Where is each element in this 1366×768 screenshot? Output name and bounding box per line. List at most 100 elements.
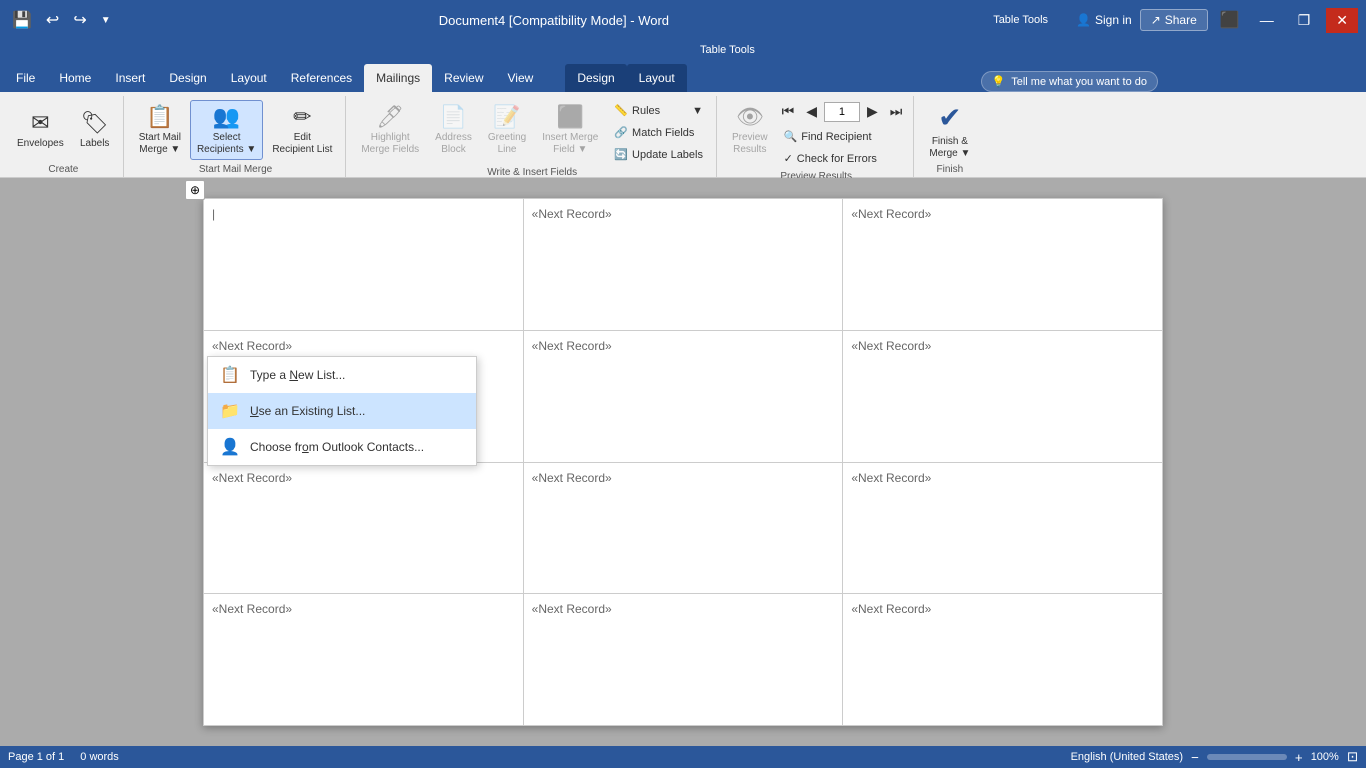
tab-mailings[interactable]: Mailings: [364, 64, 432, 92]
dropdown-item-use-existing[interactable]: 📁 Use an Existing List...: [208, 393, 476, 429]
ribbon-group-preview-results: 👁 PreviewResults ⏮ ◀ ▶ ⏭ 🔍 Find Recipien…: [719, 96, 914, 177]
finish-merge-button[interactable]: ✔ Finish &Merge ▼: [922, 100, 977, 160]
page-indicator: Page 1 of 1: [8, 751, 64, 763]
nav-page-input[interactable]: [824, 102, 860, 122]
customize-qat-button[interactable]: ▼: [97, 13, 115, 28]
zoom-in-button[interactable]: +: [1295, 750, 1303, 765]
tab-design[interactable]: Design: [157, 64, 218, 92]
zoom-slider[interactable]: [1207, 754, 1287, 760]
status-right: English (United States) − + 100% ⊡: [1071, 749, 1358, 765]
label-cell-r3c2[interactable]: «Next Record»: [843, 594, 1163, 726]
table-move-handle[interactable]: ⊕: [185, 180, 205, 200]
recipients-icon: 👥: [213, 104, 240, 130]
title-text: Document4 [Compatibility Mode] - Word: [123, 13, 986, 28]
label-cell-r1c2[interactable]: «Next Record»: [843, 330, 1163, 462]
collapse-ribbon-button[interactable]: ⬛: [1216, 8, 1244, 32]
save-button[interactable]: 💾: [8, 8, 36, 32]
start-mail-merge-button[interactable]: 📋 Start MailMerge ▼: [132, 100, 188, 160]
label-cell-r0c1[interactable]: «Next Record»: [523, 199, 843, 331]
tell-me-input[interactable]: 💡 Tell me what you want to do: [981, 71, 1158, 92]
fit-page-button[interactable]: ⊡: [1347, 749, 1358, 765]
select-recipients-button[interactable]: 👥 SelectRecipients ▼: [190, 100, 263, 160]
zoom-out-button[interactable]: −: [1191, 750, 1199, 765]
dropdown-item-type-new[interactable]: 📋 Type a New List...: [208, 357, 476, 393]
tab-insert[interactable]: Insert: [103, 64, 157, 92]
finish-buttons: ✔ Finish &Merge ▼: [922, 100, 977, 162]
tab-table-layout[interactable]: Layout: [627, 64, 687, 92]
outlook-contacts-icon: 👤: [220, 437, 240, 457]
label-cell-r3c0[interactable]: «Next Record»: [204, 594, 524, 726]
title-bar: 💾 ↩ ↪ ▼ Document4 [Compatibility Mode] -…: [0, 0, 1366, 40]
table-row: «Next Record» «Next Record» «Next Record…: [204, 594, 1163, 726]
find-recipient-button[interactable]: 🔍 Find Recipient: [777, 126, 908, 147]
start-mail-merge-buttons: 📋 Start MailMerge ▼ 👥 SelectRecipients ▼…: [132, 100, 340, 162]
close-button[interactable]: ✕: [1326, 8, 1358, 33]
ribbon-group-start-mail-merge: 📋 Start MailMerge ▼ 👥 SelectRecipients ▼…: [126, 96, 347, 177]
minimize-button[interactable]: —: [1252, 8, 1282, 32]
insert-merge-field-button[interactable]: ⬛ Insert MergeField ▼: [535, 100, 605, 160]
finish-icon: ✔: [938, 101, 961, 134]
nav-and-small: ⏮ ◀ ▶ ⏭ 🔍 Find Recipient ✓ Check for Err…: [777, 100, 908, 169]
label-cell-r2c1[interactable]: «Next Record»: [523, 462, 843, 594]
label-cell-r2c2[interactable]: «Next Record»: [843, 462, 1163, 594]
language-indicator: English (United States): [1071, 751, 1184, 763]
table-tools-tab-label: Table Tools: [700, 44, 755, 56]
dropdown-item-choose-outlook[interactable]: 👤 Choose from Outlook Contacts...: [208, 429, 476, 465]
find-icon: 🔍: [784, 130, 798, 143]
cursor-marker: |: [212, 207, 215, 221]
tab-home[interactable]: Home: [47, 64, 103, 92]
tab-view[interactable]: View: [496, 64, 546, 92]
envelopes-button[interactable]: ✉ Envelopes: [10, 100, 71, 160]
label-cell-r2c0[interactable]: «Next Record»: [204, 462, 524, 594]
greeting-icon: 📝: [493, 104, 520, 130]
label-cell-r3c1[interactable]: «Next Record»: [523, 594, 843, 726]
tab-layout[interactable]: Layout: [219, 64, 279, 92]
table-row: | «Next Record» «Next Record»: [204, 199, 1163, 331]
window-controls: Table Tools 👤 Sign in ↗ Share ⬛ — ❐ ✕: [985, 8, 1366, 33]
check-errors-button[interactable]: ✓ Check for Errors: [777, 148, 908, 169]
undo-button[interactable]: ↩: [42, 8, 63, 32]
ribbon-group-write-insert: 🖊 HighlightMerge Fields 📄 AddressBlock 📝…: [348, 96, 717, 177]
highlight-icon: 🖊: [376, 104, 404, 130]
nav-prev-button[interactable]: ◀: [801, 100, 822, 123]
label-cell-r1c1[interactable]: «Next Record»: [523, 330, 843, 462]
label-cell-r0c2[interactable]: «Next Record»: [843, 199, 1163, 331]
ribbon: ✉ Envelopes 🏷 Labels Create 📋 Start Mail…: [0, 92, 1366, 178]
tab-file[interactable]: File: [4, 64, 47, 92]
create-buttons: ✉ Envelopes 🏷 Labels: [10, 100, 117, 162]
table-tools-context-label: Table Tools: [993, 14, 1048, 26]
nav-next-button[interactable]: ▶: [862, 100, 883, 123]
tab-references[interactable]: References: [279, 64, 364, 92]
restore-button[interactable]: ❐: [1290, 8, 1319, 33]
preview-results-button[interactable]: 👁 PreviewResults: [725, 100, 775, 160]
label-cell-r0c0[interactable]: |: [204, 199, 524, 331]
label-icon: 🏷: [81, 110, 109, 136]
table-row: «Next Record» «Next Record» «Next Record…: [204, 462, 1163, 594]
merge-field-icon: ⬛: [557, 104, 584, 130]
share-button[interactable]: ↗ Share: [1140, 9, 1208, 31]
lightbulb-icon: 💡: [992, 75, 1006, 88]
quick-access-toolbar: 💾 ↩ ↪ ▼: [0, 8, 123, 32]
select-recipients-dropdown: 📋 Type a New List... 📁 Use an Existing L…: [207, 356, 477, 466]
edit-list-icon: ✏: [293, 104, 311, 130]
tab-review[interactable]: Review: [432, 64, 495, 92]
highlight-merge-fields-button[interactable]: 🖊 HighlightMerge Fields: [354, 100, 426, 160]
update-labels-button[interactable]: 🔄 Update Labels: [607, 144, 710, 165]
nav-last-button[interactable]: ⏭: [885, 100, 908, 123]
match-fields-button[interactable]: 🔗 Match Fields: [607, 122, 710, 143]
nav-first-button[interactable]: ⏮: [777, 100, 800, 123]
ribbon-group-finish: ✔ Finish &Merge ▼ Finish: [916, 96, 983, 177]
edit-recipient-list-button[interactable]: ✏ EditRecipient List: [265, 100, 339, 160]
document-title: Document4 [Compatibility Mode] - Word: [439, 13, 669, 28]
rules-icon: 📏: [614, 104, 628, 117]
nav-row: ⏮ ◀ ▶ ⏭: [777, 100, 908, 123]
rules-button[interactable]: 📏 Rules ▼: [607, 100, 710, 121]
tab-table-design[interactable]: Design: [565, 64, 626, 92]
redo-button[interactable]: ↪: [69, 8, 90, 32]
signin-button[interactable]: 👤 Sign in: [1076, 13, 1132, 27]
labels-button[interactable]: 🏷 Labels: [73, 100, 117, 160]
greeting-line-button[interactable]: 📝 GreetingLine: [481, 100, 533, 160]
address-block-button[interactable]: 📄 AddressBlock: [428, 100, 479, 160]
zoom-level: 100%: [1311, 751, 1339, 763]
use-existing-icon: 📁: [220, 401, 240, 421]
